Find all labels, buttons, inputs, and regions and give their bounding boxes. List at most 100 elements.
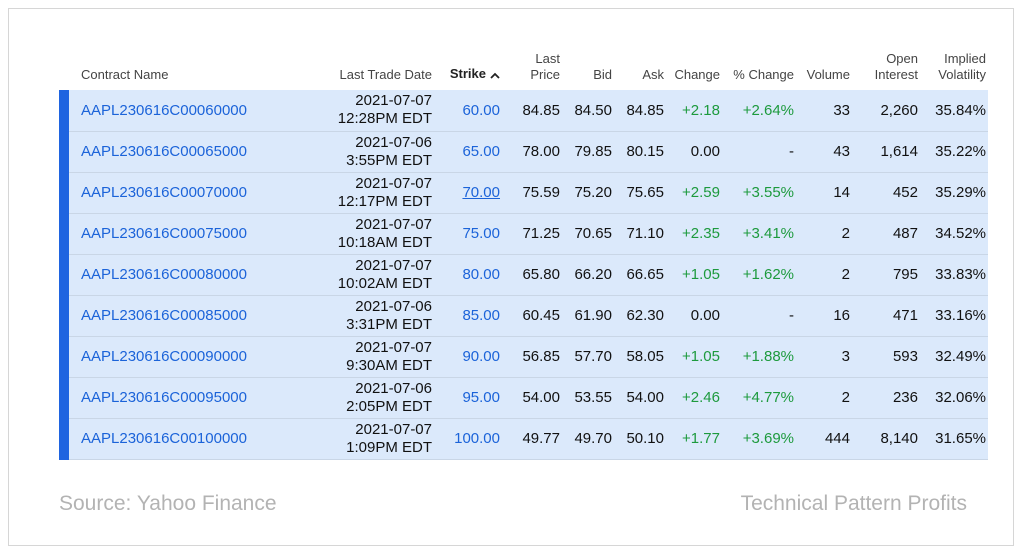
- open-interest-cell: 2,260: [852, 90, 920, 132]
- trade-date: 2021-07-06: [355, 297, 432, 315]
- trade-date: 2021-07-07: [355, 420, 432, 438]
- strike-value: 85.00: [462, 307, 500, 324]
- contract-link[interactable]: AAPL230616C00070000: [59, 172, 314, 214]
- strike-link[interactable]: 85.00: [434, 295, 506, 337]
- percent-change-cell: +4.77%: [722, 377, 796, 419]
- table-row: AAPL230616C00085000 2021-07-06 3:31PM EDT…: [59, 295, 988, 337]
- last-trade-date-cell: 2021-07-07 12:17PM EDT: [314, 172, 434, 214]
- volume-cell: 14: [796, 172, 852, 214]
- last-price-cell: 65.80: [506, 254, 562, 296]
- strike-link[interactable]: 75.00: [434, 213, 506, 255]
- header-open-interest[interactable]: Open Interest: [852, 51, 920, 90]
- strike-value: 80.00: [462, 266, 500, 283]
- strike-value: 65.00: [462, 143, 500, 160]
- contract-link[interactable]: AAPL230616C00065000: [59, 131, 314, 173]
- percent-change-cell: +2.64%: [722, 90, 796, 132]
- header-bid[interactable]: Bid: [562, 51, 614, 90]
- strike-link[interactable]: 95.00: [434, 377, 506, 419]
- contract-link[interactable]: AAPL230616C00080000: [59, 254, 314, 296]
- bid-cell: 84.50: [562, 90, 614, 132]
- ask-cell: 75.65: [614, 172, 666, 214]
- header-volume[interactable]: Volume: [796, 51, 852, 90]
- header-label: Strike: [449, 66, 486, 82]
- change-cell: +2.35: [666, 213, 722, 255]
- header-strike[interactable]: Strike: [434, 51, 506, 90]
- trade-time: 3:31PM EDT: [346, 315, 432, 333]
- trade-time: 1:09PM EDT: [346, 438, 432, 456]
- percent-change-cell: +3.69%: [722, 418, 796, 460]
- change-cell: +1.77: [666, 418, 722, 460]
- contract-link[interactable]: AAPL230616C00100000: [59, 418, 314, 460]
- contract-link[interactable]: AAPL230616C00060000: [59, 90, 314, 132]
- last-trade-date-cell: 2021-07-06 3:55PM EDT: [314, 131, 434, 173]
- header-last-price[interactable]: Last Price: [506, 51, 562, 90]
- contract-link[interactable]: AAPL230616C00090000: [59, 336, 314, 378]
- implied-volatility-cell: 33.83%: [920, 254, 988, 296]
- strike-link[interactable]: 90.00: [434, 336, 506, 378]
- strike-value: 100.00: [454, 430, 500, 447]
- volume-cell: 2: [796, 254, 852, 296]
- percent-change-cell: +1.62%: [722, 254, 796, 296]
- implied-volatility-cell: 33.16%: [920, 295, 988, 337]
- table-row: AAPL230616C00070000 2021-07-07 12:17PM ED…: [59, 172, 988, 214]
- header-ask[interactable]: Ask: [614, 51, 666, 90]
- contract-link[interactable]: AAPL230616C00095000: [59, 377, 314, 419]
- trade-date: 2021-07-07: [355, 174, 432, 192]
- implied-volatility-cell: 31.65%: [920, 418, 988, 460]
- header-change[interactable]: Change: [666, 51, 722, 90]
- open-interest-cell: 236: [852, 377, 920, 419]
- ask-cell: 80.15: [614, 131, 666, 173]
- last-trade-date-cell: 2021-07-07 10:02AM EDT: [314, 254, 434, 296]
- last-price-cell: 56.85: [506, 336, 562, 378]
- change-cell: +1.05: [666, 336, 722, 378]
- ask-cell: 84.85: [614, 90, 666, 132]
- change-cell: 0.00: [666, 131, 722, 173]
- ask-cell: 66.65: [614, 254, 666, 296]
- strike-link[interactable]: 100.00: [434, 418, 506, 460]
- header-label: Volume: [806, 67, 850, 82]
- implied-volatility-cell: 35.84%: [920, 90, 988, 132]
- percent-change-cell: -: [722, 295, 796, 337]
- volume-cell: 2: [796, 213, 852, 255]
- open-interest-cell: 487: [852, 213, 920, 255]
- volume-cell: 444: [796, 418, 852, 460]
- header-percent-change[interactable]: % Change: [722, 51, 796, 90]
- change-cell: 0.00: [666, 295, 722, 337]
- header-label: Contract Name: [81, 67, 169, 82]
- trade-date: 2021-07-07: [355, 256, 432, 274]
- trade-date: 2021-07-07: [355, 215, 432, 233]
- header-last-trade-date[interactable]: Last Trade Date: [314, 51, 434, 90]
- strike-link[interactable]: 60.00: [434, 90, 506, 132]
- strike-value: 95.00: [462, 389, 500, 406]
- strike-link[interactable]: 80.00: [434, 254, 506, 296]
- header-label: Last: [535, 51, 560, 66]
- open-interest-cell: 452: [852, 172, 920, 214]
- last-price-cell: 84.85: [506, 90, 562, 132]
- last-trade-date-cell: 2021-07-07 12:28PM EDT: [314, 90, 434, 132]
- trade-time: 10:02AM EDT: [337, 274, 432, 292]
- trade-time: 9:30AM EDT: [346, 356, 432, 374]
- trade-time: 10:18AM EDT: [337, 233, 432, 251]
- contract-link[interactable]: AAPL230616C00085000: [59, 295, 314, 337]
- table-row: AAPL230616C00075000 2021-07-07 10:18AM ED…: [59, 213, 988, 255]
- header-contract-name[interactable]: Contract Name: [64, 51, 314, 90]
- ask-cell: 54.00: [614, 377, 666, 419]
- strike-link[interactable]: 65.00: [434, 131, 506, 173]
- contract-link[interactable]: AAPL230616C00075000: [59, 213, 314, 255]
- header-label: Implied: [944, 51, 986, 66]
- open-interest-cell: 593: [852, 336, 920, 378]
- header-implied-volatility[interactable]: Implied Volatility: [920, 51, 988, 90]
- trade-time: 3:55PM EDT: [346, 151, 432, 169]
- last-price-cell: 54.00: [506, 377, 562, 419]
- ask-cell: 71.10: [614, 213, 666, 255]
- implied-volatility-cell: 35.22%: [920, 131, 988, 173]
- strike-link[interactable]: 70.00: [434, 172, 506, 214]
- implied-volatility-cell: 32.49%: [920, 336, 988, 378]
- bid-cell: 66.20: [562, 254, 614, 296]
- bid-cell: 75.20: [562, 172, 614, 214]
- percent-change-cell: +1.88%: [722, 336, 796, 378]
- change-cell: +1.05: [666, 254, 722, 296]
- implied-volatility-cell: 32.06%: [920, 377, 988, 419]
- header-label: Interest: [874, 67, 918, 82]
- bid-cell: 49.70: [562, 418, 614, 460]
